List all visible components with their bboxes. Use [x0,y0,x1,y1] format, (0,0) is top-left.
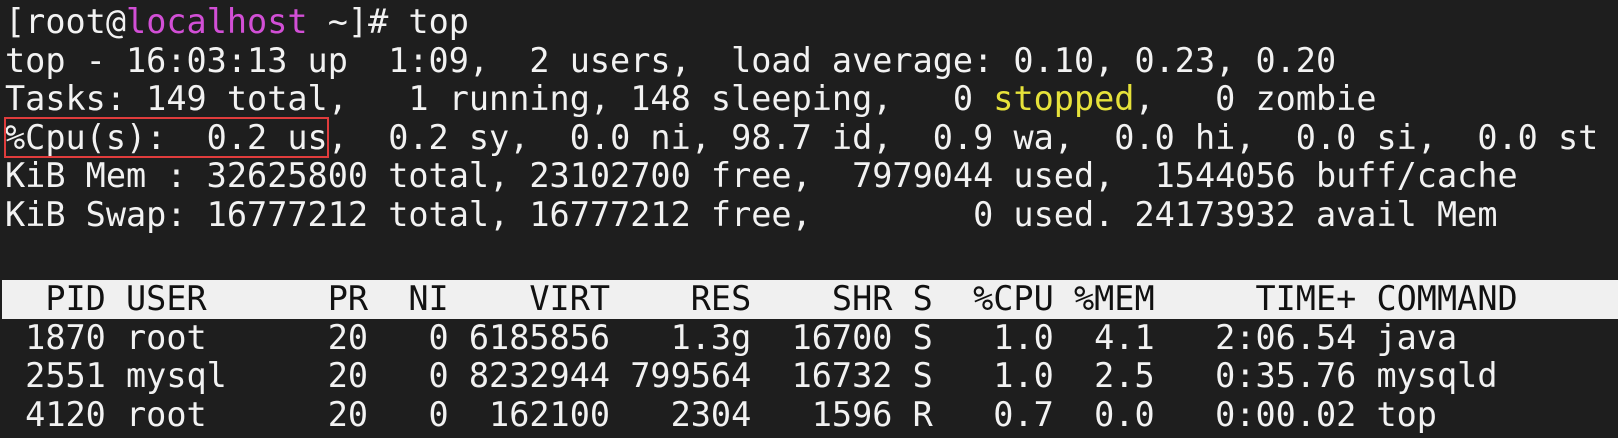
cpu-rest: , 0.2 sy, 0.0 ni, 98.7 id, 0.9 wa, 0.0 h… [327,117,1599,157]
tasks-counts: Tasks: 149 total, 1 running, 148 sleepin… [5,79,994,119]
tasks-line: Tasks: 149 total, 1 running, 148 sleepin… [5,79,1618,119]
uptime-line: top - 16:03:13 up 1:09, 2 users, load av… [5,40,1337,80]
process-table-header: PID USER PR NI VIRT RES SHR S %CPU %MEM … [2,280,1618,319]
prompt-path: ~]# [307,2,409,41]
process-row: 1870 root 20 0 6185856 1.3g 16700 S 1.0 … [5,317,1458,357]
terminal-window[interactable]: [root@localhost ~]# top top - 16:03:13 u… [2,2,1618,434]
prompt-at: @ [105,2,127,41]
tasks-stopped-label: stopped [993,79,1135,119]
cpu-line: %Cpu(s): 0.2 us, 0.2 sy, 0.0 ni, 98.7 id… [4,116,1618,158]
shell-prompt-line: [root@localhost ~]# top [5,2,1618,42]
cpu-user-highlight: %Cpu(s): 0.2 us [4,116,329,158]
tasks-zombie: , 0 zombie [1134,79,1377,119]
mem-line: KiB Mem : 32625800 total, 23102700 free,… [5,156,1518,196]
prompt-open-bracket: [ [5,2,26,41]
prompt-hostname: localhost [126,2,308,41]
prompt-user: root [25,2,106,41]
process-row: 2551 mysql 20 0 8232944 799564 16732 S 1… [5,356,1498,396]
prompt-command: top [408,2,469,41]
swap-line: KiB Swap: 16777212 total, 16777212 free,… [5,194,1498,234]
process-row: 4120 root 20 0 162100 2304 1596 R 0.7 0.… [5,394,1437,434]
